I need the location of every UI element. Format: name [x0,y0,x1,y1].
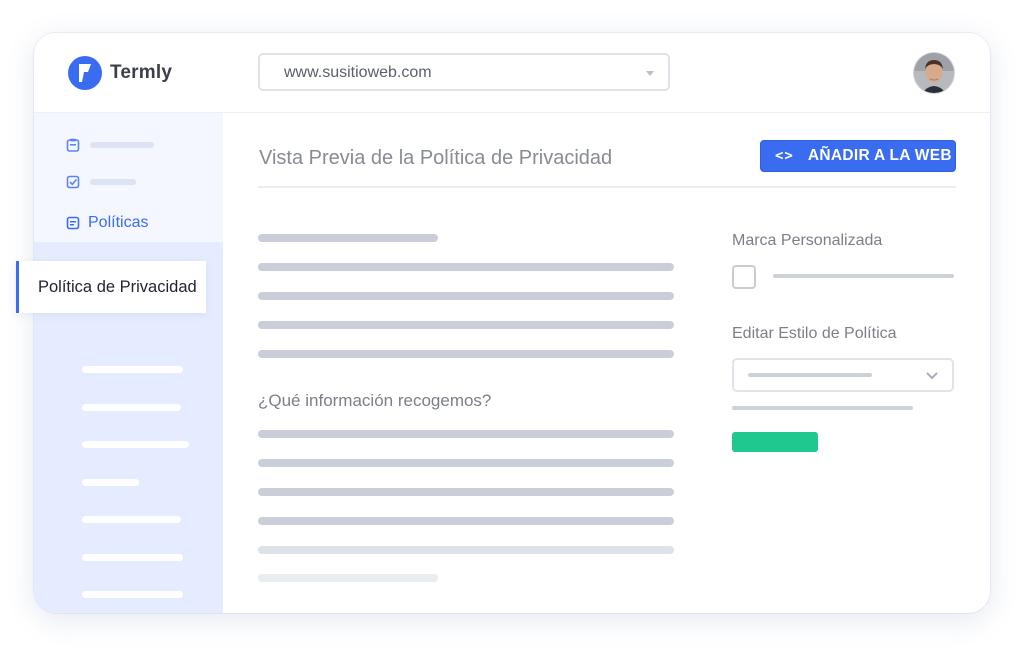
text-placeholder-line [258,517,674,525]
text-placeholder-line [258,234,438,242]
text-placeholder-line [258,292,674,300]
add-to-web-label: AÑADIR A LA WEB [807,147,952,164]
app-window: Termly www.susitioweb.com Políticas Vist… [34,33,990,613]
apply-style-button[interactable] [732,432,818,452]
select-value-placeholder [748,373,872,377]
sidebar-item-dashboard[interactable] [66,137,154,153]
sidebar: Políticas [34,113,223,613]
edit-style-label: Editar Estilo de Política [732,325,897,342]
text-placeholder-line [258,321,674,329]
text-placeholder-line [258,488,674,496]
app-name: Termly [110,62,173,83]
style-hint-placeholder [732,406,913,410]
page-title: Vista Previa de la Política de Privacida… [259,147,613,169]
section-heading: ¿Qué información recogemos? [258,391,492,410]
chevron-down-icon [926,372,938,380]
sidebar-item-politicas[interactable]: Políticas [66,213,148,233]
custom-brand-label: Marca Personalizada [732,232,883,249]
sidebar-item-placeholder [90,179,136,185]
submenu-item-placeholder[interactable] [82,366,183,373]
title-divider [258,186,956,188]
sidebar-item-consent[interactable] [66,174,136,190]
termly-logo-icon [68,56,102,90]
avatar[interactable] [914,53,954,93]
submenu-item-placeholder[interactable] [82,516,181,523]
website-url-value: www.susitioweb.com [284,64,432,81]
termly-logo[interactable]: Termly [68,56,172,90]
text-placeholder-line [258,574,438,582]
website-select[interactable]: www.susitioweb.com [258,53,670,91]
policy-style-select[interactable] [732,358,954,392]
text-placeholder-line [258,459,674,467]
sidebar-item-privacy-policy[interactable]: Política de Privacidad [16,261,206,313]
submenu-item-placeholder[interactable] [82,591,183,598]
clipboard-icon [66,138,80,152]
sidebar-item-label: Política de Privacidad [38,278,197,296]
top-bar: Termly www.susitioweb.com [34,33,990,113]
document-icon [66,216,80,230]
sidebar-item-label: Políticas [88,214,149,231]
custom-brand-checkbox[interactable] [732,265,756,289]
caret-down-icon [646,71,654,76]
text-placeholder-line [258,263,674,271]
text-placeholder-line [258,546,674,554]
submenu-item-placeholder[interactable] [82,479,139,486]
text-placeholder-line [258,430,674,438]
checkbox-icon [66,175,80,189]
submenu-item-placeholder[interactable] [82,404,181,411]
sidebar-item-placeholder [90,142,154,148]
submenu-item-placeholder[interactable] [82,554,183,561]
add-to-web-button[interactable]: <> AÑADIR A LA WEB [760,140,956,172]
custom-brand-option-placeholder [773,274,954,278]
text-placeholder-line [258,350,674,358]
submenu-item-placeholder[interactable] [82,441,189,448]
code-icon: <> [775,148,794,164]
